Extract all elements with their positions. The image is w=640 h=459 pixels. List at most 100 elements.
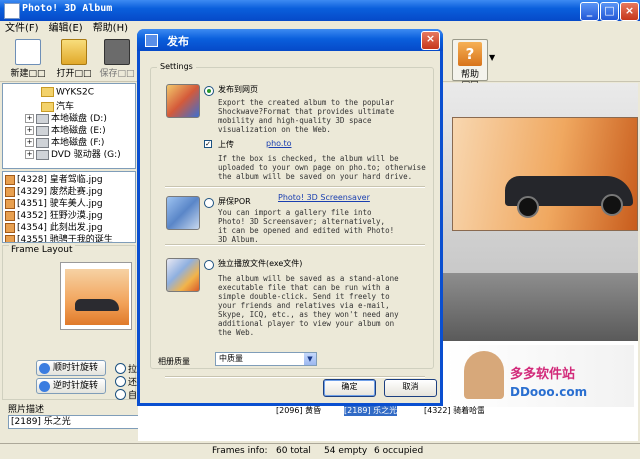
watermark-text: 多多软件站 <box>510 367 576 382</box>
screensaver-radio[interactable] <box>204 198 214 208</box>
car-wheel <box>517 196 539 218</box>
strip-item-selected[interactable]: [2189] 乐之光 <box>344 405 398 416</box>
tree-item[interactable]: + 本地磁盘 (E:) <box>25 123 106 136</box>
screensaver-label: 屏保POR <box>218 197 251 206</box>
frames-empty: 54 empty <box>324 446 368 456</box>
frame-layout-label: Frame Layout <box>9 245 75 255</box>
screensaver-link[interactable]: Photo! 3D Screensaver <box>278 193 370 202</box>
upload-checkbox[interactable]: ✓ <box>204 140 212 148</box>
image-file-icon <box>5 222 15 233</box>
image-file-icon <box>5 186 15 197</box>
upload-label: 上传 <box>218 140 234 149</box>
tree-item[interactable]: WYKS2C <box>41 87 94 99</box>
file-list[interactable]: [4328] 皇者驾临.jpg [4329] 废然赴赛.jpg [4351] 驶… <box>2 171 136 243</box>
help-icon: ? <box>458 42 482 66</box>
publish-web-radio[interactable] <box>204 86 214 96</box>
exe-file-icon <box>166 258 200 292</box>
close-button[interactable]: × <box>620 2 639 21</box>
strip-item[interactable]: [2096] 黄昏 <box>276 405 321 416</box>
minimize-button[interactable]: _ <box>580 2 599 21</box>
chevron-down-icon[interactable]: ▼ <box>304 353 316 365</box>
car-photo <box>65 269 129 325</box>
settings-label: Settings <box>157 62 196 71</box>
menu-help[interactable]: 帮助(H) <box>88 21 133 36</box>
list-item[interactable]: [4352] 狂野沙漠.jpg <box>3 208 135 221</box>
upload-link[interactable]: pho.to <box>266 139 291 148</box>
drive-icon <box>36 137 49 148</box>
watermark-horse-icon <box>464 351 504 399</box>
open-button[interactable]: 打开□□ <box>52 39 96 79</box>
frames-info-label: Frames info: <box>212 446 268 456</box>
folder-icon <box>41 87 54 97</box>
tree-item[interactable]: + DVD 驱动器 (G:) <box>25 147 121 160</box>
dialog-title: 发布 <box>167 35 189 48</box>
car-wheel <box>601 194 623 216</box>
drive-icon <box>36 113 49 124</box>
image-file-icon <box>5 210 15 221</box>
maximize-button[interactable]: □ <box>600 2 619 21</box>
strip-item[interactable]: [4322] 骑着哈雷的女孩 <box>424 405 484 416</box>
restore-radio[interactable] <box>115 376 126 387</box>
title-bar: Photo! 3D Album _ □ × <box>0 0 640 21</box>
tree-item[interactable]: + 本地磁盘 (F:) <box>25 135 104 148</box>
list-item[interactable]: [4328] 皇者驾临.jpg <box>3 172 135 185</box>
frame-thumbnail <box>60 262 132 330</box>
expand-icon[interactable]: + <box>25 114 34 123</box>
expand-icon[interactable]: + <box>25 126 34 135</box>
rotate-cw-icon <box>39 363 50 374</box>
image-file-icon <box>5 234 15 242</box>
frames-total: 60 total <box>276 446 311 456</box>
folder-icon <box>41 101 54 112</box>
screensaver-desc: You can import a gallery file into Photo… <box>218 208 395 244</box>
rotate-cw-button[interactable]: 顺时针旋转 <box>36 360 106 376</box>
new-document-icon <box>15 39 41 65</box>
expand-icon[interactable]: + <box>25 150 34 159</box>
upload-desc: If the box is checked, the album will be… <box>218 154 426 181</box>
list-item[interactable]: [4354] 此刻出发.jpg <box>3 220 135 233</box>
image-file-icon <box>5 174 15 185</box>
open-folder-icon <box>61 39 87 65</box>
frames-occupied: 6 occupied <box>374 446 424 456</box>
photo-description-label: 照片描述 <box>8 405 45 415</box>
screensaver-icon <box>166 196 200 230</box>
rotate-ccw-button[interactable]: 逆时针旋转 <box>36 378 106 394</box>
menu-edit[interactable]: 编辑(E) <box>44 21 88 36</box>
folder-tree[interactable]: WYKS2C 汽车 + 本地磁盘 (D:) + 本地磁盘 (E:) + 本地磁盘 (F… <box>2 83 136 169</box>
help-button[interactable]: ? 帮助□□ <box>452 39 488 90</box>
watermark-url: DDooo.com <box>510 385 588 399</box>
save-button[interactable]: 保存□□ <box>98 39 136 79</box>
publish-web-label: 发布到网页 <box>218 85 258 94</box>
album-preview[interactable] <box>438 83 638 341</box>
cancel-button[interactable]: 取消 <box>384 379 437 397</box>
tree-item[interactable]: + 本地磁盘 (D:) <box>25 111 107 124</box>
exe-desc: The album will be saved as a stand-alone… <box>218 274 399 337</box>
divider <box>165 244 425 246</box>
dialog-title-bar: 发布 × <box>137 29 443 51</box>
tree-item[interactable]: 汽车 <box>41 99 74 112</box>
preview-floor <box>438 273 638 341</box>
quality-value: 中质量 <box>219 354 243 363</box>
window-title: Photo! 3D Album <box>22 3 113 14</box>
dvd-drive-icon <box>36 149 49 160</box>
menu-file[interactable]: 文件(F) <box>0 21 44 36</box>
expand-icon[interactable]: + <box>25 138 34 147</box>
quality-label: 相册质量 <box>158 357 190 366</box>
list-item[interactable]: [4329] 废然赴赛.jpg <box>3 184 135 197</box>
quality-select[interactable]: 中质量 ▼ <box>215 352 317 366</box>
publish-dialog: 发布 × Settings 发布到网页 Export the created a… <box>137 29 443 406</box>
settings-group: Settings 发布到网页 Export the created album … <box>150 62 434 378</box>
new-button[interactable]: 新建□□ <box>6 39 50 79</box>
exe-radio[interactable] <box>204 260 214 270</box>
exe-label: 独立播放文件(exe文件) <box>218 259 303 268</box>
fit-radio[interactable] <box>115 363 126 374</box>
web-publish-icon <box>166 84 200 118</box>
publish-web-desc: Export the created album to the popular … <box>218 98 395 134</box>
help-dropdown-arrow-icon[interactable]: ▼ <box>489 53 495 62</box>
auto-radio[interactable] <box>115 389 126 400</box>
save-icon <box>104 39 130 65</box>
status-bar: Frames info: 60 total 54 empty 6 occupie… <box>0 443 640 459</box>
ok-button[interactable]: 确定 <box>323 379 376 397</box>
list-item[interactable]: [4351] 驶车美人.jpg <box>3 196 135 209</box>
list-item[interactable]: [4355] 驰骋于我的诞生 <box>3 232 135 242</box>
dialog-close-button[interactable]: × <box>421 31 440 50</box>
